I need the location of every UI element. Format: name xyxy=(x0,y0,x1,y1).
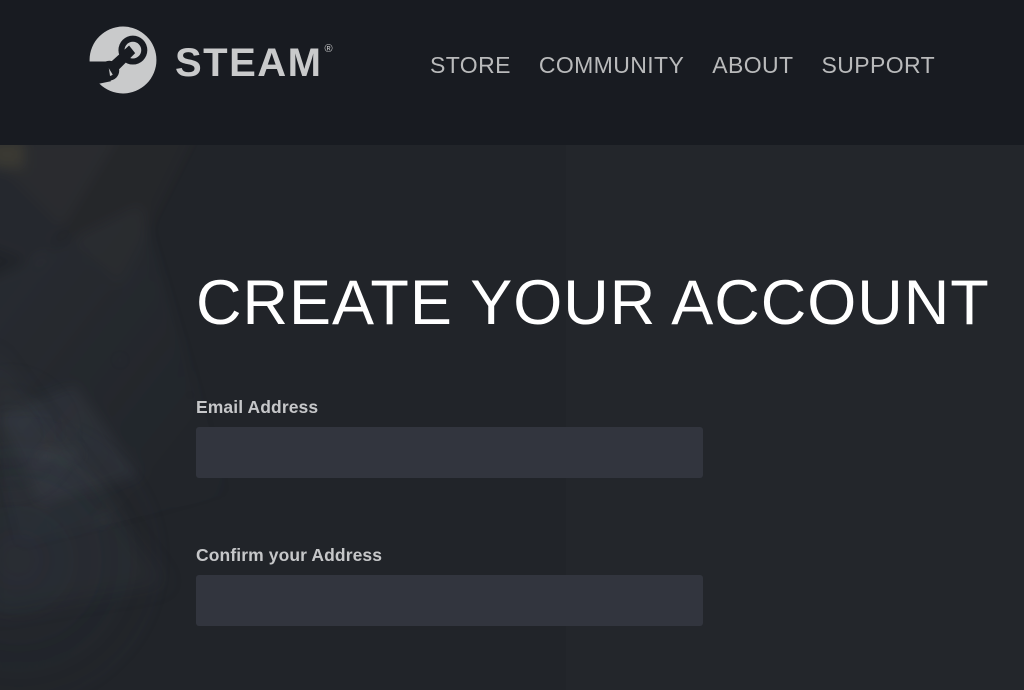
steam-wordmark: STEAM ® xyxy=(175,37,334,83)
steam-signup-page: STEAM ® STORE COMMUNITY ABOUT SUPPORT CR… xyxy=(0,0,1024,690)
email-address-input[interactable] xyxy=(196,427,703,478)
page-title: CREATE YOUR ACCOUNT xyxy=(196,268,990,338)
nav-item-community[interactable]: COMMUNITY xyxy=(539,52,684,79)
email-address-label: Email Address xyxy=(196,397,319,417)
main-navigation: STORE COMMUNITY ABOUT SUPPORT xyxy=(430,52,935,79)
confirm-address-label: Confirm your Address xyxy=(196,545,383,565)
site-header: STEAM ® STORE COMMUNITY ABOUT SUPPORT xyxy=(0,0,1024,145)
steam-wordmark-text: STEAM xyxy=(175,41,323,85)
nav-item-about[interactable]: ABOUT xyxy=(712,52,793,79)
nav-item-store[interactable]: STORE xyxy=(430,52,511,79)
registered-mark: ® xyxy=(324,43,335,55)
steam-logo-icon xyxy=(89,26,157,94)
steam-brand-logo[interactable]: STEAM ® xyxy=(85,22,334,98)
confirm-address-input[interactable] xyxy=(196,575,703,626)
signup-content: CREATE YOUR ACCOUNT Email Address Confir… xyxy=(0,145,1024,690)
nav-item-support[interactable]: SUPPORT xyxy=(821,52,935,79)
email-address-field-group: Email Address xyxy=(196,397,703,478)
confirm-address-field-group: Confirm your Address xyxy=(196,545,703,626)
